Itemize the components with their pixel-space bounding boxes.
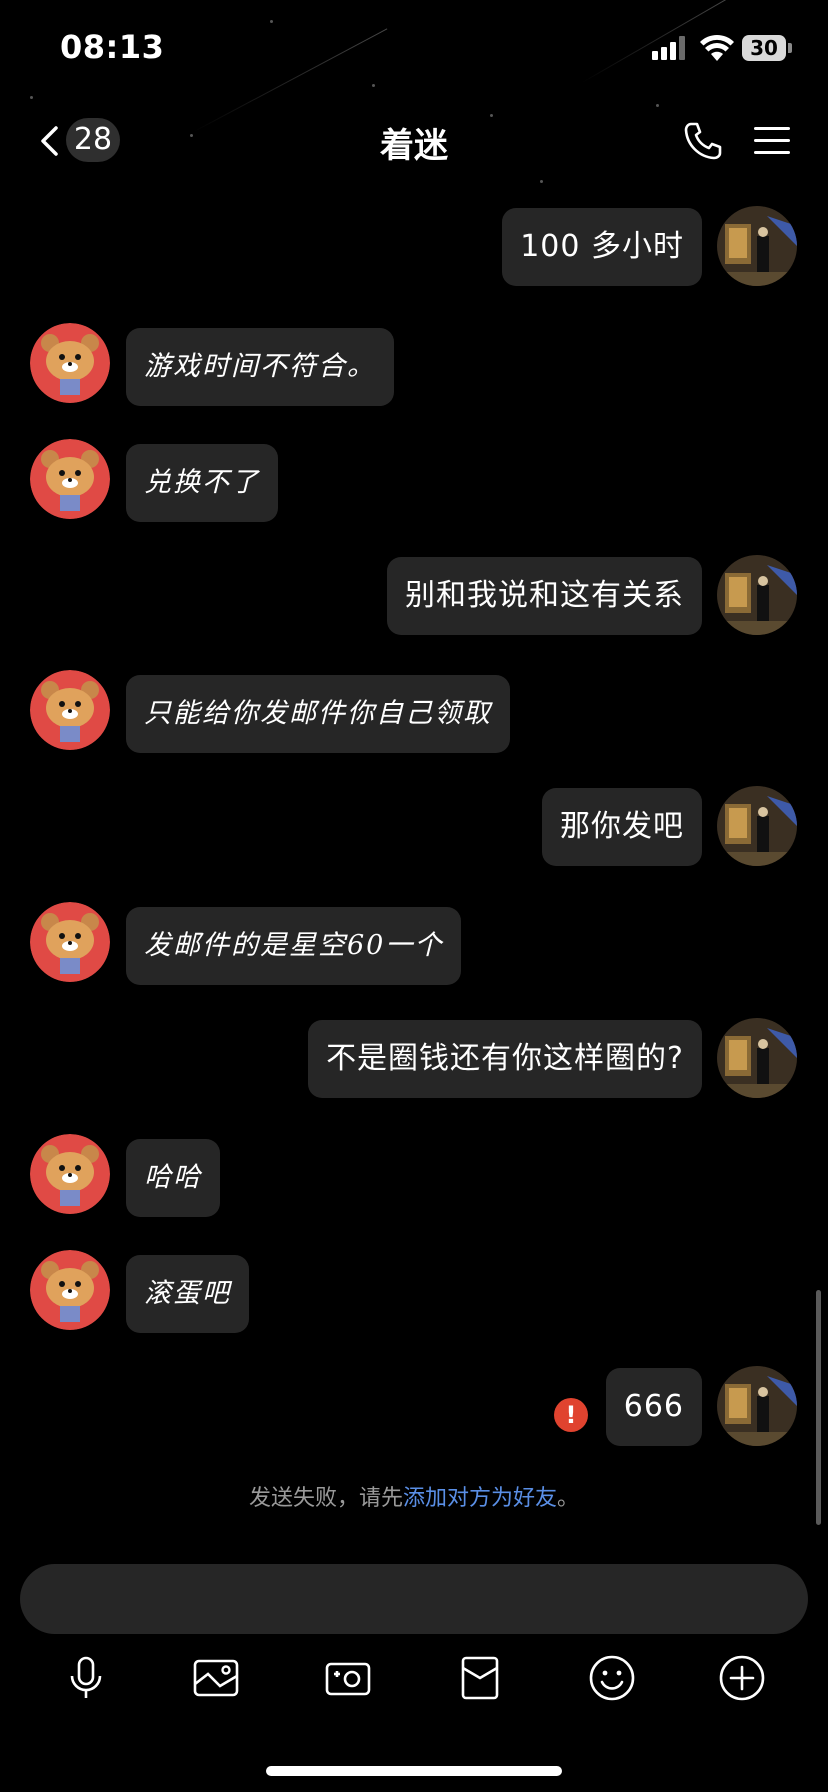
- image-icon[interactable]: [190, 1652, 242, 1704]
- plus-icon[interactable]: [716, 1652, 768, 1704]
- add-friend-link[interactable]: 添加对方为好友: [403, 1486, 557, 1511]
- menu-icon[interactable]: [752, 124, 792, 158]
- my-avatar[interactable]: [717, 1366, 797, 1446]
- camera-icon[interactable]: [322, 1652, 374, 1704]
- battery-indicator: 30: [742, 35, 786, 61]
- message-bubble-received[interactable]: 哈哈: [126, 1139, 220, 1217]
- message-row: 兑换不了: [0, 439, 828, 522]
- emoji-icon[interactable]: [586, 1652, 638, 1704]
- my-avatar[interactable]: [717, 1018, 797, 1098]
- message-row: 哈哈: [0, 1134, 828, 1217]
- battery-tip: [788, 43, 792, 53]
- message-bubble-sent[interactable]: 666: [605, 1368, 702, 1446]
- my-avatar[interactable]: [717, 555, 797, 635]
- message-row: ! 666: [0, 1366, 828, 1448]
- message-bubble-received[interactable]: 发邮件的是星空60一个: [126, 907, 462, 985]
- notice-text: 发送失败，请先: [248, 1486, 403, 1511]
- message-bubble-sent[interactable]: 100 多小时: [502, 208, 702, 286]
- status-bar: 08:13 30: [0, 0, 828, 100]
- message-bubble-received[interactable]: 游戏时间不符合。: [126, 328, 394, 406]
- message-bubble-sent[interactable]: 不是圈钱还有你这样圈的?: [308, 1020, 702, 1098]
- wifi-icon: [700, 34, 734, 61]
- message-row: 别和我说和这有关系: [0, 555, 828, 637]
- contact-avatar[interactable]: [30, 1134, 110, 1214]
- message-input[interactable]: [20, 1564, 808, 1634]
- message-row: 滚蛋吧: [0, 1250, 828, 1333]
- cellular-signal-icon: [652, 36, 688, 60]
- message-bubble-sent[interactable]: 别和我说和这有关系: [387, 557, 702, 635]
- chat-header: 28 着迷: [0, 100, 828, 180]
- message-bubble-received[interactable]: 滚蛋吧: [126, 1255, 249, 1333]
- contact-avatar[interactable]: [30, 323, 110, 403]
- microphone-icon[interactable]: [60, 1652, 112, 1704]
- message-bubble-received[interactable]: 只能给你发邮件你自己领取: [126, 675, 510, 753]
- message-row: 游戏时间不符合。: [0, 323, 828, 406]
- send-failed-icon[interactable]: !: [554, 1398, 588, 1432]
- contact-avatar[interactable]: [30, 1250, 110, 1330]
- message-row: 只能给你发邮件你自己领取: [0, 670, 828, 753]
- my-avatar[interactable]: [717, 786, 797, 866]
- phone-icon[interactable]: [682, 120, 724, 162]
- message-row: 不是圈钱还有你这样圈的?: [0, 1018, 828, 1100]
- red-packet-icon[interactable]: [454, 1652, 506, 1704]
- contact-avatar[interactable]: [30, 902, 110, 982]
- contact-avatar[interactable]: [30, 670, 110, 750]
- scrollbar[interactable]: [816, 1290, 821, 1525]
- input-toolbar: [0, 1640, 828, 1720]
- status-time: 08:13: [60, 28, 165, 66]
- contact-avatar[interactable]: [30, 439, 110, 519]
- message-bubble-received[interactable]: 兑换不了: [126, 444, 278, 522]
- send-failed-notice: 发送失败，请先添加对方为好友。: [0, 1480, 828, 1512]
- message-row: 那你发吧: [0, 786, 828, 868]
- home-indicator[interactable]: [266, 1766, 562, 1776]
- message-bubble-sent[interactable]: 那你发吧: [542, 788, 702, 866]
- notice-suffix: 。: [557, 1486, 580, 1511]
- my-avatar[interactable]: [717, 206, 797, 286]
- message-row: 100 多小时: [0, 206, 828, 288]
- message-row: 发邮件的是星空60一个: [0, 902, 828, 985]
